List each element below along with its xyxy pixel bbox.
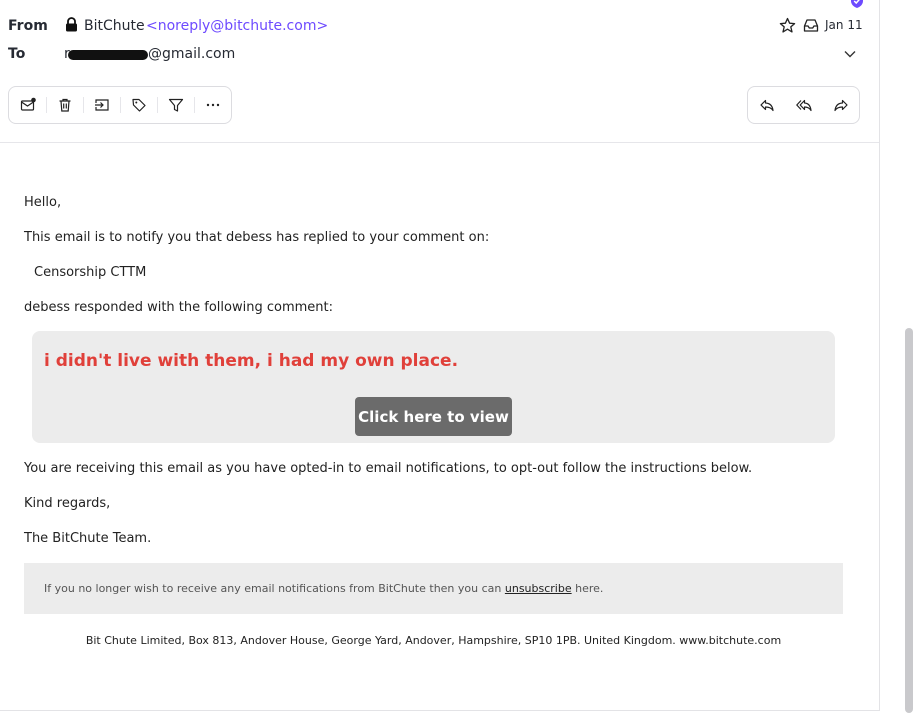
unsubscribe-suffix: here. [571, 582, 604, 595]
regards: Kind regards, [24, 496, 111, 511]
sender-name[interactable]: BitChute [84, 18, 145, 34]
to-label: To [8, 46, 26, 62]
scrollbar-thumb[interactable] [905, 328, 913, 713]
unsubscribe-prefix: If you no longer wish to receive any ema… [44, 582, 505, 595]
star-icon[interactable] [779, 17, 796, 34]
reply-all-icon [795, 99, 812, 112]
company-address: Bit Chute Limited, Box 813, Andover Hous… [85, 634, 782, 647]
chevron-down-icon[interactable] [843, 49, 857, 59]
filter-button[interactable] [157, 87, 194, 123]
reply-button[interactable] [748, 87, 785, 123]
forward-button[interactable] [822, 87, 859, 123]
shield-icon [851, 0, 863, 8]
message-date: Jan 11 [825, 18, 863, 32]
video-title: Censorship CTTM [34, 265, 147, 280]
reply-all-button[interactable] [785, 87, 822, 123]
from-label: From [8, 18, 48, 34]
view-comment-button[interactable]: Click here to view [355, 397, 512, 436]
redaction-mark [68, 50, 148, 60]
label-button[interactable] [120, 87, 157, 123]
notice-text: This email is to notify you that debess … [24, 230, 490, 245]
mark-unread-button[interactable] [9, 87, 46, 123]
filter-icon [168, 98, 183, 112]
comment-panel: i didn't live with them, i had my own pl… [32, 331, 835, 443]
unsubscribe-panel: If you no longer wish to receive any ema… [24, 563, 843, 614]
header-divider [0, 142, 879, 143]
message-toolbar [8, 86, 232, 124]
inbox-icon [803, 19, 819, 32]
greeting: Hello, [24, 195, 62, 210]
more-button[interactable] [194, 87, 231, 123]
reply-toolbar [747, 86, 860, 124]
lock-icon [66, 17, 77, 32]
signature: The BitChute Team. [24, 531, 152, 546]
move-to-icon [94, 99, 109, 111]
delete-button[interactable] [46, 87, 83, 123]
response-intro: debess responded with the following comm… [24, 300, 333, 315]
recipient-domain[interactable]: @gmail.com [148, 46, 235, 62]
comment-text: i didn't live with them, i had my own pl… [44, 351, 459, 371]
unsubscribe-link[interactable]: unsubscribe [505, 582, 572, 595]
optin-notice: You are receiving this email as you have… [24, 461, 753, 476]
forward-icon [833, 99, 848, 112]
move-button[interactable] [83, 87, 120, 123]
label-icon [131, 98, 146, 112]
more-icon [206, 103, 219, 107]
mark-unread-icon [20, 97, 36, 111]
reply-icon [759, 99, 774, 112]
message-pane: From BitChute <noreply@bitchute.com> To … [0, 0, 880, 711]
unsubscribe-text: If you no longer wish to receive any ema… [44, 582, 603, 595]
sender-email[interactable]: <noreply@bitchute.com> [146, 18, 328, 34]
trash-icon [59, 98, 70, 112]
